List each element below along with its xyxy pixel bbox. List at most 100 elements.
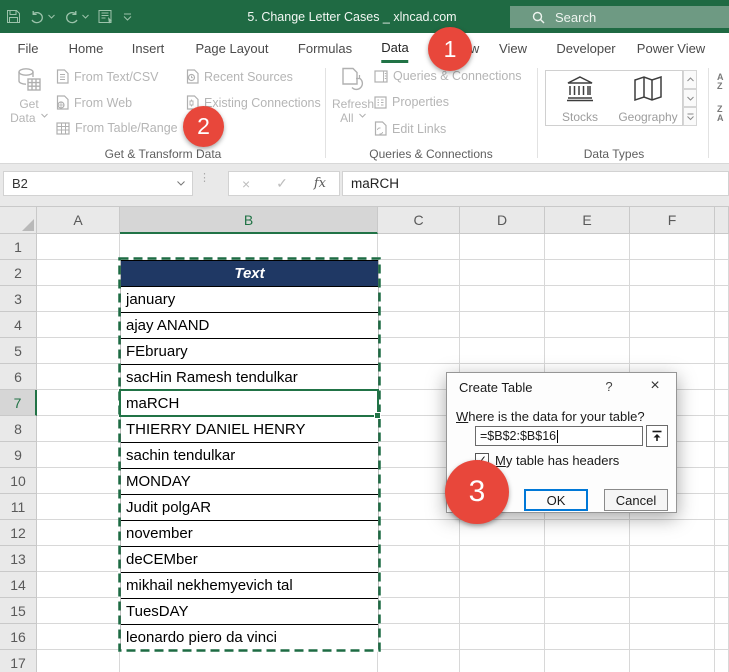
grid-cell[interactable] <box>630 286 715 312</box>
grid-cell[interactable] <box>37 624 120 650</box>
table-range-input[interactable]: =$B$2:$B$16 <box>475 426 643 446</box>
select-all-corner[interactable] <box>0 207 37 234</box>
grid-cell[interactable] <box>545 338 630 364</box>
grid-cell[interactable] <box>37 468 120 494</box>
grid-cell[interactable] <box>378 598 460 624</box>
grid-cell[interactable] <box>630 598 715 624</box>
grid-cell[interactable] <box>460 338 545 364</box>
grid-cell[interactable] <box>630 572 715 598</box>
properties-button[interactable]: Properties <box>374 95 449 109</box>
fill-handle[interactable] <box>374 412 381 419</box>
from-table-range-button[interactable]: From Table/Range <box>56 121 178 135</box>
grid-cell[interactable] <box>715 338 729 364</box>
sort-za-button[interactable]: Z A <box>717 105 724 123</box>
tab-data[interactable]: Data <box>381 33 409 63</box>
column-header-partial[interactable] <box>715 207 729 234</box>
grid-cell[interactable] <box>378 624 460 650</box>
tab-file[interactable]: File <box>18 33 39 63</box>
formula-input[interactable]: maRCH <box>342 171 729 196</box>
grid-cell[interactable] <box>715 598 729 624</box>
from-text-csv-button[interactable]: From Text/CSV <box>56 69 159 84</box>
tab-insert[interactable]: Insert <box>132 33 165 63</box>
grid-cell[interactable] <box>460 546 545 572</box>
grid-cell[interactable] <box>630 312 715 338</box>
grid-cell[interactable] <box>37 546 120 572</box>
gallery-scroll-up-icon[interactable] <box>683 70 697 89</box>
dialog-close-icon[interactable]: × <box>643 375 667 397</box>
grid-cell[interactable] <box>715 520 729 546</box>
column-header-E[interactable]: E <box>545 207 630 234</box>
grid-cell[interactable] <box>378 260 460 286</box>
grid-cell[interactable] <box>37 598 120 624</box>
row-header-5[interactable]: 5 <box>0 338 37 364</box>
grid-cell[interactable] <box>37 572 120 598</box>
grid-cell[interactable] <box>715 260 729 286</box>
customize-qat-icon[interactable] <box>123 13 132 21</box>
search-box[interactable]: Search <box>510 6 729 28</box>
grid-cell[interactable] <box>715 468 729 494</box>
grid-cell[interactable] <box>378 286 460 312</box>
insert-function-icon[interactable]: fx <box>314 176 326 191</box>
grid-cell[interactable] <box>715 546 729 572</box>
grid-cell[interactable] <box>545 286 630 312</box>
grid-cell[interactable] <box>37 286 120 312</box>
cancel-button[interactable]: Cancel <box>604 489 668 511</box>
undo-icon[interactable] <box>30 10 45 24</box>
touch-mode-icon[interactable] <box>98 9 114 24</box>
geography-button[interactable]: Geography <box>614 71 682 125</box>
grid-cell[interactable] <box>545 520 630 546</box>
grid-cell[interactable] <box>378 338 460 364</box>
dialog-help-icon[interactable]: ? <box>601 379 617 394</box>
grid-cell[interactable] <box>715 442 729 468</box>
grid-cell[interactable] <box>715 494 729 520</box>
grid-cell[interactable] <box>378 234 460 260</box>
redo-icon[interactable] <box>64 10 79 24</box>
row-header-14[interactable]: 14 <box>0 572 37 598</box>
edit-links-button[interactable]: Edit Links <box>374 121 446 136</box>
active-cell-border[interactable] <box>119 389 379 417</box>
grid-cell[interactable] <box>37 234 120 260</box>
grid-cell[interactable] <box>37 390 120 416</box>
refresh-all-button[interactable]: Refresh All <box>330 67 376 125</box>
grid-cell[interactable] <box>545 598 630 624</box>
tab-formulas[interactable]: Formulas <box>298 33 352 63</box>
grid-cell[interactable] <box>715 390 729 416</box>
row-header-7[interactable]: 7 <box>0 390 37 416</box>
tab-view[interactable]: View <box>499 33 527 63</box>
grid-cell[interactable] <box>545 546 630 572</box>
stocks-button[interactable]: Stocks <box>546 71 614 125</box>
grid-cell[interactable] <box>378 650 460 672</box>
grid-cell[interactable] <box>378 520 460 546</box>
grid-cell[interactable] <box>715 650 729 672</box>
grid-cell[interactable] <box>630 338 715 364</box>
formula-bar-divider[interactable]: ⋮ <box>199 173 210 184</box>
row-header-1[interactable]: 1 <box>0 234 37 260</box>
row-header-13[interactable]: 13 <box>0 546 37 572</box>
grid-cell[interactable] <box>715 286 729 312</box>
row-header-4[interactable]: 4 <box>0 312 37 338</box>
grid-cell[interactable] <box>378 572 460 598</box>
grid-cell[interactable] <box>545 234 630 260</box>
grid-cell[interactable] <box>460 624 545 650</box>
grid-cell[interactable] <box>715 416 729 442</box>
row-header-2[interactable]: 2 <box>0 260 37 286</box>
grid-cell[interactable] <box>715 234 729 260</box>
column-header-C[interactable]: C <box>378 207 460 234</box>
grid-cell[interactable] <box>545 650 630 672</box>
grid-cell[interactable] <box>37 364 120 390</box>
from-web-button[interactable]: From Web <box>56 95 132 110</box>
grid-cell[interactable] <box>630 650 715 672</box>
gallery-more-icon[interactable] <box>683 107 697 127</box>
grid-cell[interactable] <box>37 442 120 468</box>
grid-cell[interactable] <box>460 598 545 624</box>
grid-cell[interactable] <box>630 546 715 572</box>
grid-cell[interactable] <box>460 312 545 338</box>
row-header-12[interactable]: 12 <box>0 520 37 546</box>
grid-cell[interactable] <box>37 312 120 338</box>
grid-cell[interactable] <box>630 260 715 286</box>
undo-dropdown-icon[interactable] <box>48 14 55 19</box>
grid-cell[interactable] <box>545 312 630 338</box>
grid-cell[interactable] <box>460 572 545 598</box>
grid-cell[interactable] <box>715 312 729 338</box>
grid-cell[interactable] <box>378 546 460 572</box>
